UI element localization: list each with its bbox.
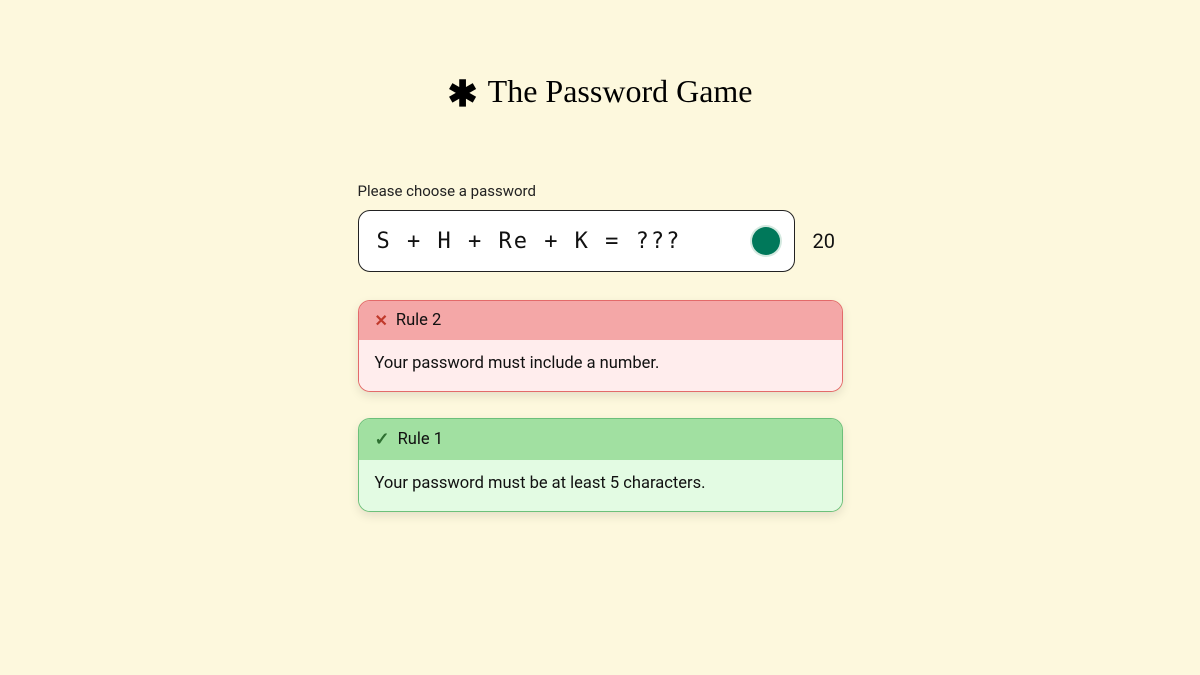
rule-name: Rule 2 [396,311,441,330]
input-row: S + H + Re + K = ??? 20 [358,210,843,272]
char-counter: 20 [813,229,843,253]
password-text: S + H + Re + K = ??? [377,229,752,254]
rule-text: Your password must include a number. [359,340,842,391]
password-label: Please choose a password [358,182,843,200]
asterisk-icon: ✱ [448,73,478,115]
password-input[interactable]: S + H + Re + K = ??? [358,210,795,272]
rule-header: ✕ Rule 2 [359,301,842,340]
check-icon: ✓ [375,429,390,450]
moon-phase-icon [752,227,780,255]
x-icon: ✕ [375,311,388,330]
rule-header: ✓ Rule 1 [359,419,842,460]
page-title: ✱ The Password Game [448,70,753,112]
rule-card-pass: ✓ Rule 1 Your password must be at least … [358,418,843,512]
rule-card-fail: ✕ Rule 2 Your password must include a nu… [358,300,843,392]
rule-name: Rule 1 [398,430,443,449]
rule-text: Your password must be at least 5 charact… [359,460,842,511]
title-text: The Password Game [488,73,753,110]
main-content: Please choose a password S + H + Re + K … [358,182,843,538]
